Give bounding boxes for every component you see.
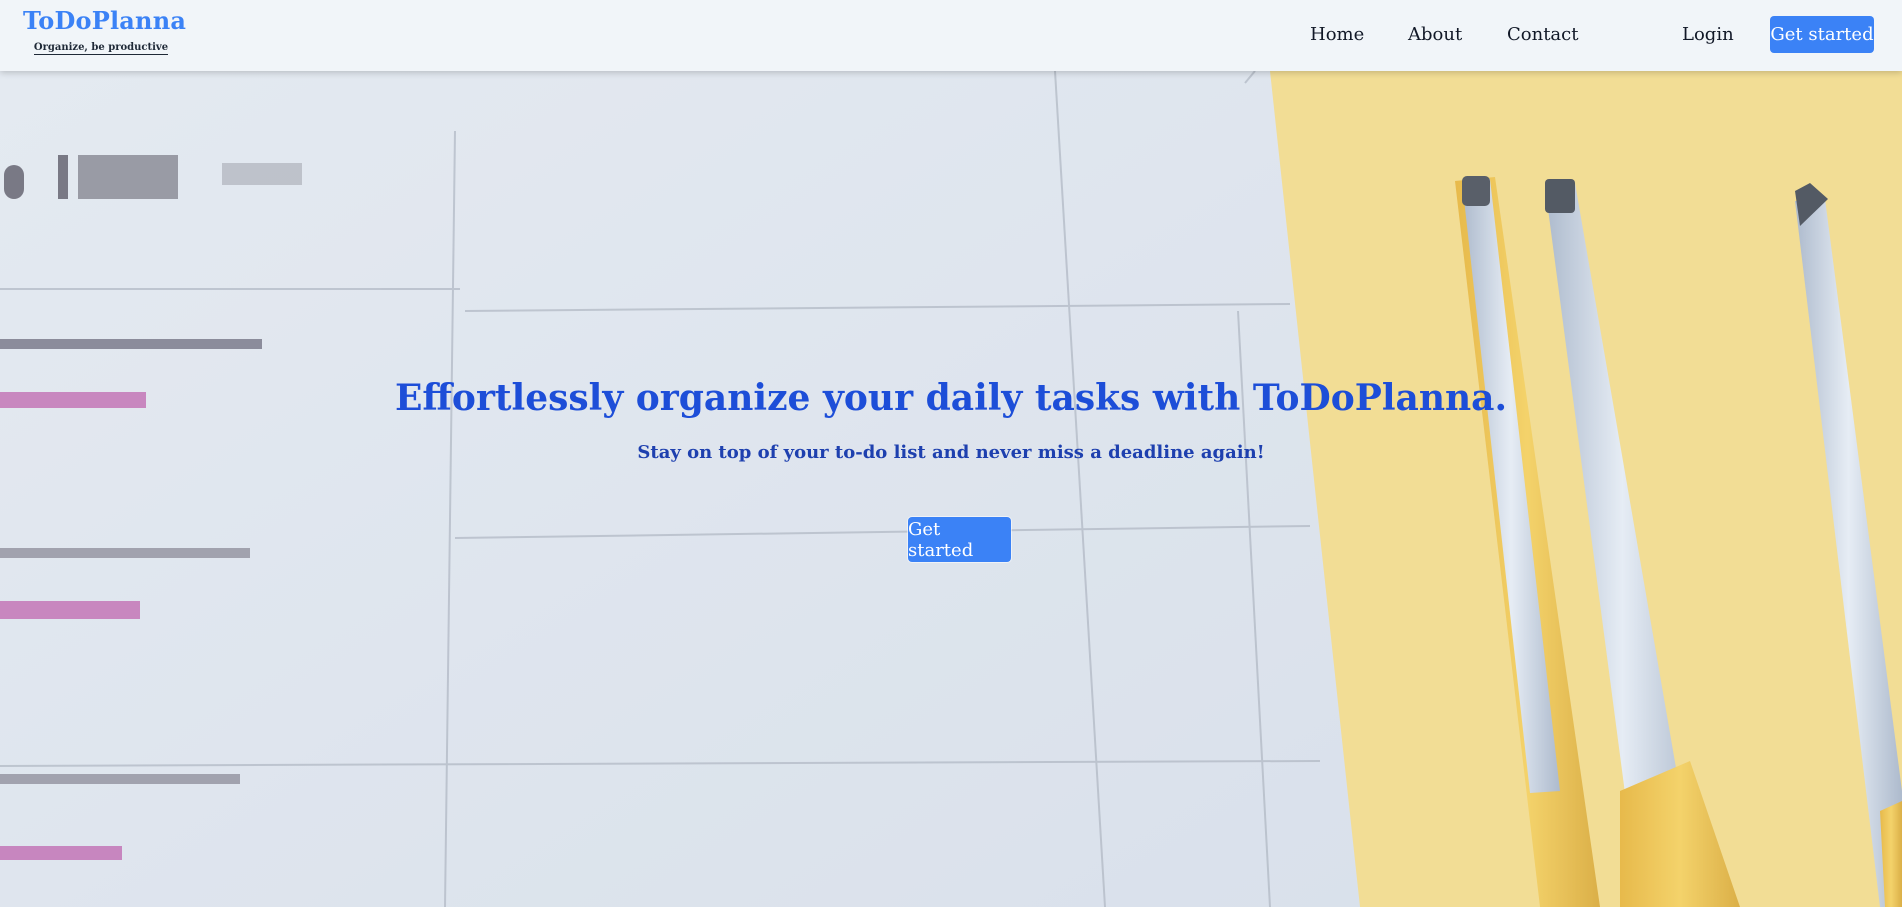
brand-tagline: Organize, be productive bbox=[33, 42, 169, 55]
nav-get-started-button[interactable]: Get started bbox=[1770, 16, 1874, 53]
brand-logo[interactable]: ToDoPlanna Organize, be productive bbox=[23, 6, 186, 55]
login-link[interactable]: Login bbox=[1682, 24, 1734, 45]
hero-content: Effortlessly organize your daily tasks w… bbox=[0, 71, 1902, 907]
brand-name[interactable]: ToDoPlanna bbox=[23, 6, 186, 35]
navbar: ToDoPlanna Organize, be productive Home … bbox=[0, 0, 1902, 71]
hero-subtitle: Stay on top of your to-do list and never… bbox=[637, 442, 1265, 463]
hero-title: Effortlessly organize your daily tasks w… bbox=[394, 377, 1508, 419]
hero-get-started-button[interactable]: Get started bbox=[908, 517, 1011, 562]
nav-home-link[interactable]: Home bbox=[1310, 24, 1364, 45]
nav-about-link[interactable]: About bbox=[1408, 24, 1462, 45]
hero-section: Effortlessly organize your daily tasks w… bbox=[0, 71, 1902, 907]
nav-contact-link[interactable]: Contact bbox=[1507, 24, 1578, 45]
